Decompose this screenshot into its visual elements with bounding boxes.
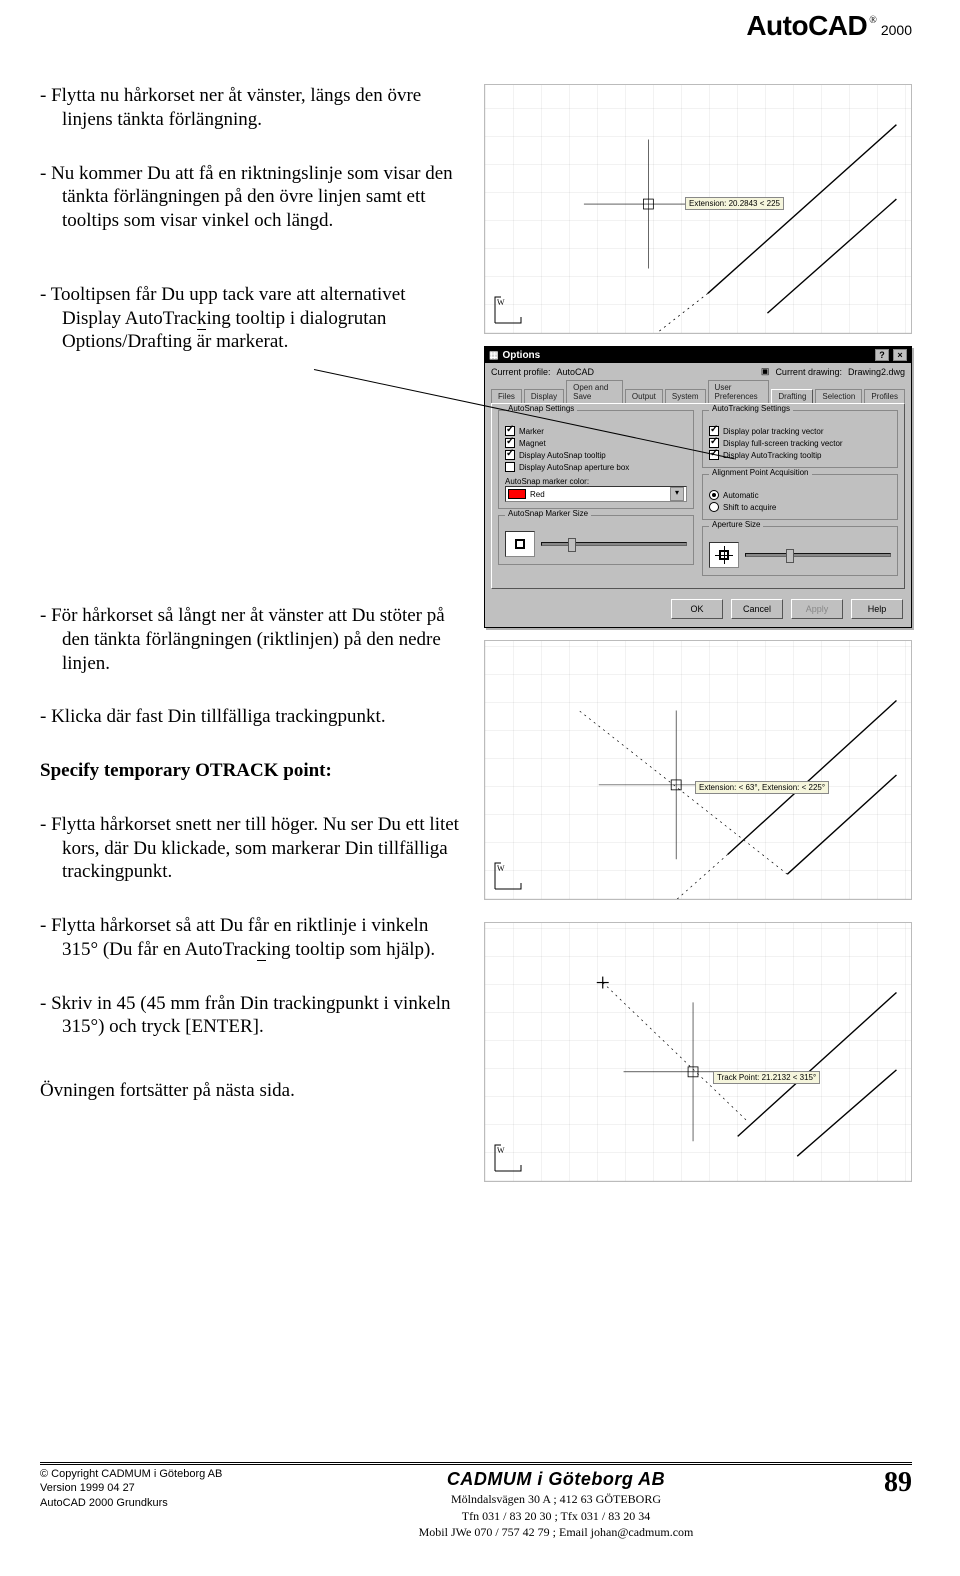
color-label: AutoSnap marker color:: [505, 477, 687, 486]
color-swatch-icon: [508, 489, 526, 499]
tab-output[interactable]: Output: [625, 389, 663, 403]
para-8: - Skriv in 45 (45 mm från Din trackingpu…: [40, 992, 460, 1040]
para-6: - Flytta hårkorset snett ner till höger.…: [40, 813, 460, 884]
group-autosnap: AutoSnap Settings Marker Magnet Display …: [498, 410, 694, 509]
group-alignment: Alignment Point Acquisition Automatic Sh…: [702, 474, 898, 520]
group-marker-size: AutoSnap Marker Size: [498, 515, 694, 565]
radio-automatic[interactable]: Automatic: [709, 489, 891, 501]
drawing-value: Drawing2.dwg: [848, 367, 905, 377]
tracking-tooltip: Extension: 20.2843 < 225: [685, 197, 784, 210]
radio-shift[interactable]: Shift to acquire: [709, 501, 891, 513]
tab-user-prefs[interactable]: User Preferences: [708, 380, 770, 403]
chk-fullscreen-vector[interactable]: Display full-screen tracking vector: [709, 437, 891, 449]
footer-address: Mölndalsvägen 30 A ; 412 63 GÖTEBORG: [280, 1491, 832, 1507]
help-window-button[interactable]: ?: [875, 349, 889, 361]
tab-profiles[interactable]: Profiles: [864, 389, 905, 403]
ucs-icon: W: [491, 291, 527, 327]
close-window-button[interactable]: ×: [893, 349, 907, 361]
figure-4: Track Point: 21.2132 < 315° W: [484, 922, 912, 1182]
ok-button[interactable]: OK: [671, 599, 723, 619]
body-text-column: - Flytta nu hårkorset ner åt vänster, lä…: [40, 84, 460, 1444]
profile-value: AutoCAD: [557, 367, 595, 377]
brand-year: 2000: [879, 22, 912, 38]
chk-autotracking-tooltip[interactable]: Display AutoTracking tooltip: [709, 449, 891, 461]
drawing-icon: ▣: [761, 366, 770, 377]
command-prompt: Specify temporary OTRACK point:: [40, 759, 460, 783]
chk-aperture-box[interactable]: Display AutoSnap aperture box: [505, 461, 687, 473]
group-autotracking: AutoTracking Settings Display polar trac…: [702, 410, 898, 468]
apply-button[interactable]: Apply: [791, 599, 843, 619]
footer-version: Version 1999 04 27: [40, 1481, 280, 1495]
chevron-down-icon: ▾: [670, 487, 684, 501]
profile-label: Current profile:: [491, 367, 551, 377]
footer-phone: Tfn 031 / 83 20 30 ; Tfx 031 / 83 20 34: [280, 1508, 832, 1524]
aperture-size-slider[interactable]: [745, 553, 891, 557]
header-logo: AutoCAD ® 2000: [746, 10, 912, 42]
page-footer: © Copyright CADMUM i Göteborg AB Version…: [40, 1462, 912, 1540]
para-2: - Nu kommer Du att få en riktningslinje …: [40, 162, 460, 233]
cancel-button[interactable]: Cancel: [731, 599, 783, 619]
footer-mobile: Mobil JWe 070 / 757 42 79 ; Email johan@…: [280, 1524, 832, 1540]
para-7: - Flytta hårkorset så att Du får en rikt…: [40, 914, 460, 962]
aperture-preview: [709, 542, 739, 568]
footer-copyright: Copyright CADMUM i Göteborg AB: [51, 1468, 222, 1480]
ucs-icon: W: [491, 1139, 527, 1175]
svg-text:W: W: [497, 864, 505, 873]
para-1: - Flytta nu hårkorset ner åt vänster, lä…: [40, 84, 460, 132]
page-number: 89: [832, 1467, 912, 1499]
group-aperture-size-title: Aperture Size: [709, 520, 763, 529]
para-3: - Tooltipsen får Du upp tack vare att al…: [40, 283, 460, 354]
marker-preview: [505, 531, 535, 557]
brand-text: AutoCAD: [746, 10, 867, 42]
closing-text: Övningen fortsätter på nästa sida.: [40, 1079, 460, 1103]
group-marker-size-title: AutoSnap Marker Size: [505, 509, 591, 518]
chk-marker[interactable]: Marker: [505, 425, 687, 437]
marker-size-slider[interactable]: [541, 542, 687, 546]
group-aperture-size: Aperture Size: [702, 526, 898, 576]
autosnap-color-combo[interactable]: Red ▾: [505, 486, 687, 502]
group-alignment-title: Alignment Point Acquisition: [709, 468, 812, 477]
tab-files[interactable]: Files: [491, 389, 522, 403]
tracking-tooltip-2: Extension: < 63°, Extension: < 225°: [695, 781, 829, 794]
dialog-tabs: Files Display Open and Save Output Syste…: [485, 380, 911, 403]
tab-selection[interactable]: Selection: [815, 389, 862, 403]
options-icon: ▦: [489, 350, 498, 361]
chk-autosnap-tooltip[interactable]: Display AutoSnap tooltip: [505, 449, 687, 461]
help-button[interactable]: Help: [851, 599, 903, 619]
dialog-titlebar: ▦ Options ? ×: [485, 347, 911, 363]
drawing-label: Current drawing:: [775, 367, 842, 377]
tracking-tooltip-3: Track Point: 21.2132 < 315°: [713, 1071, 820, 1084]
options-dialog: ▦ Options ? × Current profile: AutoCAD ▣…: [484, 346, 912, 628]
svg-text:W: W: [497, 298, 505, 307]
figure-3: Extension: < 63°, Extension: < 225° W: [484, 640, 912, 900]
para-4: - För hårkorset så långt ner åt vänster …: [40, 604, 460, 675]
chk-polar-vector[interactable]: Display polar tracking vector: [709, 425, 891, 437]
registered-mark: ®: [869, 15, 877, 26]
tab-system[interactable]: System: [665, 389, 706, 403]
figure-1: Extension: 20.2843 < 225 W: [484, 84, 912, 334]
footer-course: AutoCAD 2000 Grundkurs: [40, 1496, 280, 1510]
dialog-title-text: Options: [502, 350, 540, 361]
para-5: - Klicka där fast Din tillfälliga tracki…: [40, 705, 460, 729]
group-autotracking-title: AutoTracking Settings: [709, 404, 793, 413]
tab-open-save[interactable]: Open and Save: [566, 380, 623, 403]
tab-drafting[interactable]: Drafting: [771, 389, 813, 403]
footer-company: CADMUM i Göteborg AB: [280, 1467, 832, 1491]
figure-column: Extension: 20.2843 < 225 W ▦ Options ? ×…: [484, 84, 912, 1444]
tab-display[interactable]: Display: [524, 389, 564, 403]
ucs-icon: W: [491, 857, 527, 893]
svg-text:W: W: [497, 1146, 505, 1155]
